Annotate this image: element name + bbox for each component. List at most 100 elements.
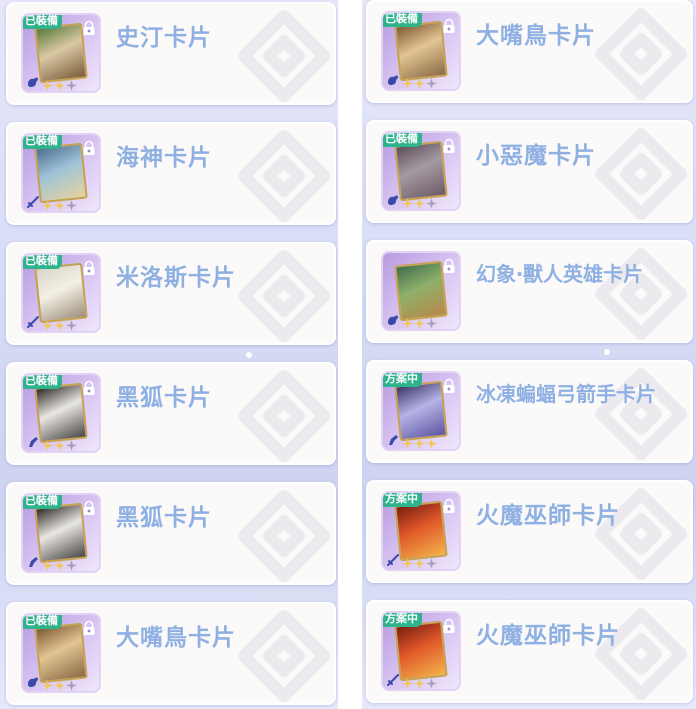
status-badge: 方案中 [383, 373, 422, 387]
lock-icon[interactable] [82, 500, 96, 516]
column-divider [338, 0, 362, 709]
star-empty-icon [426, 74, 437, 89]
star-filled-icon [54, 196, 65, 211]
star-rating [402, 194, 437, 209]
star-filled-icon [54, 436, 65, 451]
card-thumbnail[interactable]: 已裝備 [21, 613, 101, 693]
card-list-item[interactable]: 方案中冰凍蝙蝠弓箭手卡片 [366, 360, 693, 463]
status-badge: 已裝備 [23, 375, 62, 389]
star-filled-icon [402, 314, 413, 329]
card-list-item[interactable]: 方案中 火魔巫師卡片 [366, 600, 693, 703]
lock-icon[interactable] [442, 618, 456, 634]
lock-icon[interactable] [82, 140, 96, 156]
lock-icon[interactable] [82, 20, 96, 36]
star-filled-icon [42, 196, 53, 211]
star-filled-icon [414, 74, 425, 89]
card-thumbnail[interactable]: 已裝備 [21, 493, 101, 573]
card-artwork [394, 140, 448, 202]
card-name: 大嘴鳥卡片 [476, 23, 596, 49]
card-artwork [394, 620, 448, 682]
lock-icon[interactable] [82, 260, 96, 276]
card-list-item[interactable]: 方案中 火魔巫師卡片 [366, 480, 693, 583]
sword-icon [386, 552, 400, 566]
watermark-emblem [224, 4, 334, 103]
gun-icon [386, 432, 400, 446]
card-thumbnail[interactable]: 已裝備 [21, 13, 101, 93]
star-rating [42, 196, 77, 211]
card-thumbnail[interactable]: 已裝備 [21, 133, 101, 213]
watermark-emblem [224, 244, 334, 343]
star-filled-icon [54, 76, 65, 91]
lock-icon[interactable] [82, 620, 96, 636]
gun-icon [26, 434, 40, 448]
star-filled-icon [402, 194, 413, 209]
star-empty-icon [66, 76, 77, 91]
star-empty-icon [66, 556, 77, 571]
card-list-item[interactable]: 已裝備米洛斯卡片 [6, 242, 336, 345]
card-name: 冰凍蝙蝠弓箭手卡片 [476, 382, 656, 406]
gun-icon [26, 554, 40, 568]
lock-icon[interactable] [442, 498, 456, 514]
star-filled-icon [414, 674, 425, 689]
card-list-item[interactable]: 已裝備 大嘴鳥卡片 [366, 0, 693, 103]
star-filled-icon [414, 314, 425, 329]
card-list-item[interactable]: 已裝備黑狐卡片 [6, 362, 336, 465]
card-name: 黑狐卡片 [116, 505, 212, 531]
card-thumbnail[interactable]: 已裝備 [21, 253, 101, 333]
lock-icon[interactable] [442, 138, 456, 154]
card-artwork [394, 260, 448, 322]
star-filled-icon [414, 554, 425, 569]
star-filled-icon [402, 74, 413, 89]
card-name: 米洛斯卡片 [116, 265, 236, 291]
card-name: 幻象‧獸人英雄卡片 [476, 262, 643, 286]
card-thumbnail[interactable] [381, 251, 461, 331]
dragon-icon [386, 72, 400, 86]
star-rating [402, 554, 437, 569]
status-badge: 已裝備 [23, 495, 62, 509]
card-name: 黑狐卡片 [116, 385, 212, 411]
watermark-emblem [581, 122, 691, 221]
card-list-item[interactable]: 幻象‧獸人英雄卡片 [366, 240, 693, 343]
watermark-emblem [224, 604, 334, 703]
lock-icon[interactable] [442, 258, 456, 274]
status-badge: 已裝備 [23, 255, 62, 269]
star-empty-icon [66, 676, 77, 691]
card-artwork [34, 502, 88, 564]
watermark-emblem [224, 364, 334, 463]
card-list-item[interactable]: 已裝備 大嘴鳥卡片 [6, 602, 336, 705]
star-filled-icon [426, 434, 437, 449]
card-thumbnail[interactable]: 方案中 [381, 611, 461, 691]
star-filled-icon [402, 434, 413, 449]
card-name: 海神卡片 [116, 145, 212, 171]
dragon-icon [386, 192, 400, 206]
card-thumbnail[interactable]: 方案中 [381, 371, 461, 451]
card-name: 大嘴鳥卡片 [116, 625, 236, 651]
card-artwork [34, 622, 88, 684]
watermark-emblem [581, 242, 691, 341]
card-thumbnail[interactable]: 已裝備 [21, 373, 101, 453]
card-thumbnail[interactable]: 已裝備 [381, 11, 461, 91]
card-list-item[interactable]: 已裝備黑狐卡片 [6, 482, 336, 585]
card-list-item[interactable]: 已裝備 史汀卡片 [6, 2, 336, 105]
lock-icon[interactable] [82, 380, 96, 396]
lock-icon[interactable] [442, 18, 456, 34]
star-empty-icon [66, 196, 77, 211]
lock-icon[interactable] [442, 378, 456, 394]
card-list-item[interactable]: 已裝備小惡魔卡片 [366, 120, 693, 223]
status-badge: 已裝備 [383, 133, 422, 147]
star-filled-icon [402, 554, 413, 569]
status-badge: 已裝備 [23, 135, 62, 149]
sword-icon [26, 314, 40, 328]
star-filled-icon [54, 676, 65, 691]
card-thumbnail[interactable]: 已裝備 [381, 131, 461, 211]
card-artwork [34, 142, 88, 204]
star-rating [402, 314, 437, 329]
card-thumbnail[interactable]: 方案中 [381, 491, 461, 571]
star-empty-icon [426, 194, 437, 209]
star-empty-icon [66, 436, 77, 451]
card-list-item[interactable]: 已裝備海神卡片 [6, 122, 336, 225]
star-filled-icon [54, 316, 65, 331]
star-filled-icon [42, 556, 53, 571]
card-name: 小惡魔卡片 [476, 143, 596, 169]
star-empty-icon [66, 316, 77, 331]
